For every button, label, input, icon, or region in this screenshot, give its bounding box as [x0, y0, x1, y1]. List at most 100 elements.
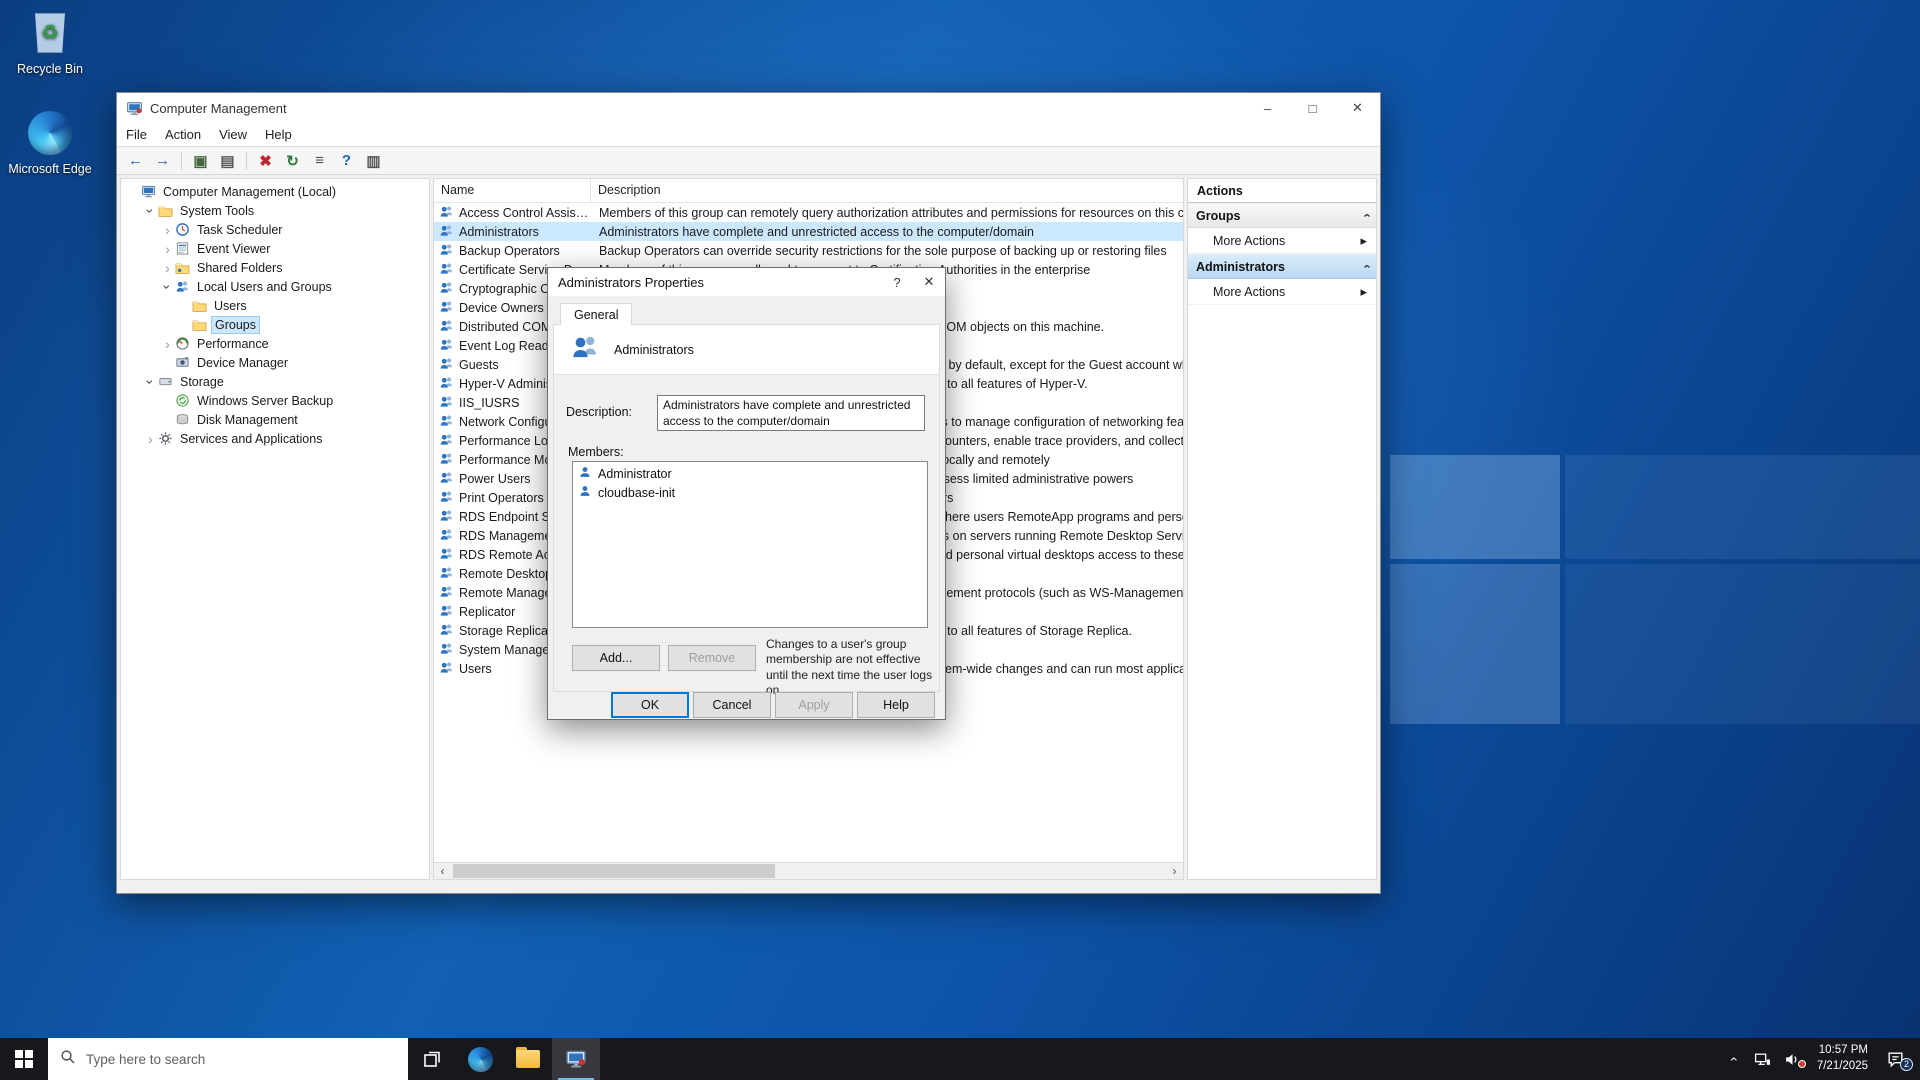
tree-chevron-icon[interactable]: ›: [160, 242, 175, 256]
collapse-chevron-icon[interactable]: ›: [1358, 264, 1373, 268]
more-actions-groups[interactable]: More Actions ▸: [1188, 228, 1376, 254]
scrollbar-thumb[interactable]: [453, 864, 775, 878]
member-cloudbase-init[interactable]: cloudbase-init: [573, 483, 927, 502]
member-administrator[interactable]: Administrator: [573, 464, 927, 483]
computer-icon: [141, 184, 160, 199]
column-header-description[interactable]: Description: [591, 179, 1183, 202]
group-name-cell: Backup Operators: [434, 242, 591, 260]
show-hide-console-tree-icon[interactable]: ▣: [188, 149, 213, 172]
tree-item-event-viewer[interactable]: › Event Viewer: [121, 239, 429, 258]
tree-item-label: Users: [214, 298, 247, 313]
tab-general[interactable]: General: [560, 303, 633, 325]
cancel-button[interactable]: Cancel: [693, 692, 771, 718]
scroll-right-arrow[interactable]: ›: [1166, 863, 1183, 879]
title-bar[interactable]: Computer Management – □ ✕: [117, 93, 1380, 123]
taskbar-clock[interactable]: 10:57 PM 7/21/2025: [1811, 1043, 1874, 1074]
tree-item-services-and-applications[interactable]: › Services and Applications: [121, 429, 429, 448]
tree-chevron-icon[interactable]: ›: [160, 223, 175, 237]
maximize-button[interactable]: □: [1290, 93, 1335, 123]
folder-icon: [192, 317, 211, 332]
tree-item-disk-management[interactable]: Disk Management: [121, 410, 429, 429]
delete-icon[interactable]: ✖: [253, 149, 278, 172]
menu-file[interactable]: File: [117, 127, 156, 142]
tree-chevron-icon[interactable]: ›: [160, 337, 175, 351]
group-icon: [439, 584, 454, 602]
actions-pane: Actions Groups › More Actions ▸ Administrato…: [1187, 178, 1377, 880]
help-button[interactable]: Help: [857, 692, 935, 718]
start-button[interactable]: [0, 1038, 48, 1080]
edge-icon: [8, 108, 92, 158]
scroll-left-arrow[interactable]: ‹: [434, 863, 451, 879]
tree-item-local-users-and-groups[interactable]: › Local Users and Groups: [121, 277, 429, 296]
tree-item-performance[interactable]: › Performance: [121, 334, 429, 353]
refresh-icon[interactable]: ↻: [280, 149, 305, 172]
close-button[interactable]: ✕: [1335, 93, 1380, 123]
tree-chevron-icon[interactable]: ›: [160, 261, 175, 275]
member-name: Administrator: [598, 466, 672, 481]
taskbar-computer-management-button[interactable]: [552, 1038, 600, 1080]
column-header-name[interactable]: Name: [434, 179, 591, 202]
tree-item-system-tools[interactable]: › System Tools: [121, 201, 429, 220]
dialog-help-icon[interactable]: ?: [881, 268, 913, 296]
actions-section-administrators[interactable]: Administrators ›: [1188, 254, 1376, 279]
group-icon: [439, 394, 454, 412]
add-button[interactable]: Add...: [572, 645, 660, 671]
list-row-access-control-assistance-operators[interactable]: Access Control Assistance Operators Membe…: [434, 203, 1183, 222]
hidden-icons-button[interactable]: ›: [1721, 1051, 1745, 1067]
task-view-button[interactable]: [408, 1038, 456, 1080]
group-icon: [439, 280, 454, 298]
performance-icon: [175, 336, 194, 351]
tree-chevron-icon[interactable]: ›: [143, 374, 159, 389]
group-icon: [439, 375, 454, 393]
show-hide-action-pane-icon[interactable]: ▥: [361, 149, 386, 172]
help-icon[interactable]: ?: [334, 149, 359, 172]
tree-item-windows-server-backup[interactable]: Windows Server Backup: [121, 391, 429, 410]
tree-item-device-manager[interactable]: Device Manager: [121, 353, 429, 372]
description-field[interactable]: Administrators have complete and unrestr…: [657, 395, 925, 431]
tree-item-computer-management-local[interactable]: Computer Management (Local): [121, 182, 429, 201]
export-list-icon[interactable]: ≡: [307, 149, 332, 172]
menu-action[interactable]: Action: [156, 127, 210, 142]
dialog-title-bar[interactable]: Administrators Properties ? ✕: [548, 268, 945, 296]
tree-item-task-scheduler[interactable]: › Task Scheduler: [121, 220, 429, 239]
scrollbar-track[interactable]: [451, 863, 1166, 879]
membership-note: Changes to a user's group membership are…: [766, 637, 933, 698]
minimize-button[interactable]: –: [1245, 93, 1290, 123]
menu-view[interactable]: View: [210, 127, 256, 142]
actions-section-label: Groups: [1196, 208, 1241, 223]
network-icon[interactable]: [1751, 1051, 1775, 1068]
list-row-backup-operators[interactable]: Backup Operators Backup Operators can ove…: [434, 241, 1183, 260]
members-list[interactable]: Administrator cloudbase-init: [572, 461, 928, 628]
desktop-icon-recycle-bin[interactable]: ♻ Recycle Bin: [8, 8, 92, 76]
taskbar-search-box[interactable]: Type here to search: [48, 1038, 408, 1080]
menu-help[interactable]: Help: [256, 127, 301, 142]
clock-time: 10:57 PM: [1818, 1044, 1868, 1057]
back-icon[interactable]: ←: [123, 149, 148, 172]
desktop-icon-microsoft-edge[interactable]: Microsoft Edge: [8, 108, 92, 176]
ok-button[interactable]: OK: [611, 692, 689, 718]
collapse-chevron-icon[interactable]: ›: [1358, 213, 1373, 217]
properties-icon[interactable]: ▤: [215, 149, 240, 172]
group-icon: [439, 641, 454, 659]
forward-icon[interactable]: →: [150, 149, 175, 172]
list-row-administrators[interactable]: Administrators Administrators have comple…: [434, 222, 1183, 241]
taskbar-edge-button[interactable]: [456, 1038, 504, 1080]
group-icon: [439, 318, 454, 336]
more-actions-administrators[interactable]: More Actions ▸: [1188, 279, 1376, 305]
tree-item-users[interactable]: Users: [121, 296, 429, 315]
dialog-close-icon[interactable]: ✕: [913, 268, 945, 296]
tree-item-groups[interactable]: Groups: [121, 315, 429, 334]
tree-item-shared-folders[interactable]: › Shared Folders: [121, 258, 429, 277]
tree-chevron-icon[interactable]: ›: [143, 203, 159, 218]
actions-section-groups[interactable]: Groups ›: [1188, 203, 1376, 228]
tree-chevron-icon[interactable]: ›: [160, 279, 176, 294]
horizontal-scrollbar[interactable]: ‹ ›: [434, 862, 1183, 879]
action-center-button[interactable]: 2: [1880, 1050, 1913, 1071]
group-identity-band: > Administrators: [554, 325, 939, 375]
volume-icon[interactable]: [1781, 1051, 1806, 1068]
taskbar-file-explorer-button[interactable]: [504, 1038, 552, 1080]
tree-chevron-icon[interactable]: ›: [143, 432, 158, 446]
computer-management-icon: [566, 1050, 586, 1068]
tree-item-label: Computer Management (Local): [163, 184, 336, 199]
tree-item-storage[interactable]: › Storage: [121, 372, 429, 391]
